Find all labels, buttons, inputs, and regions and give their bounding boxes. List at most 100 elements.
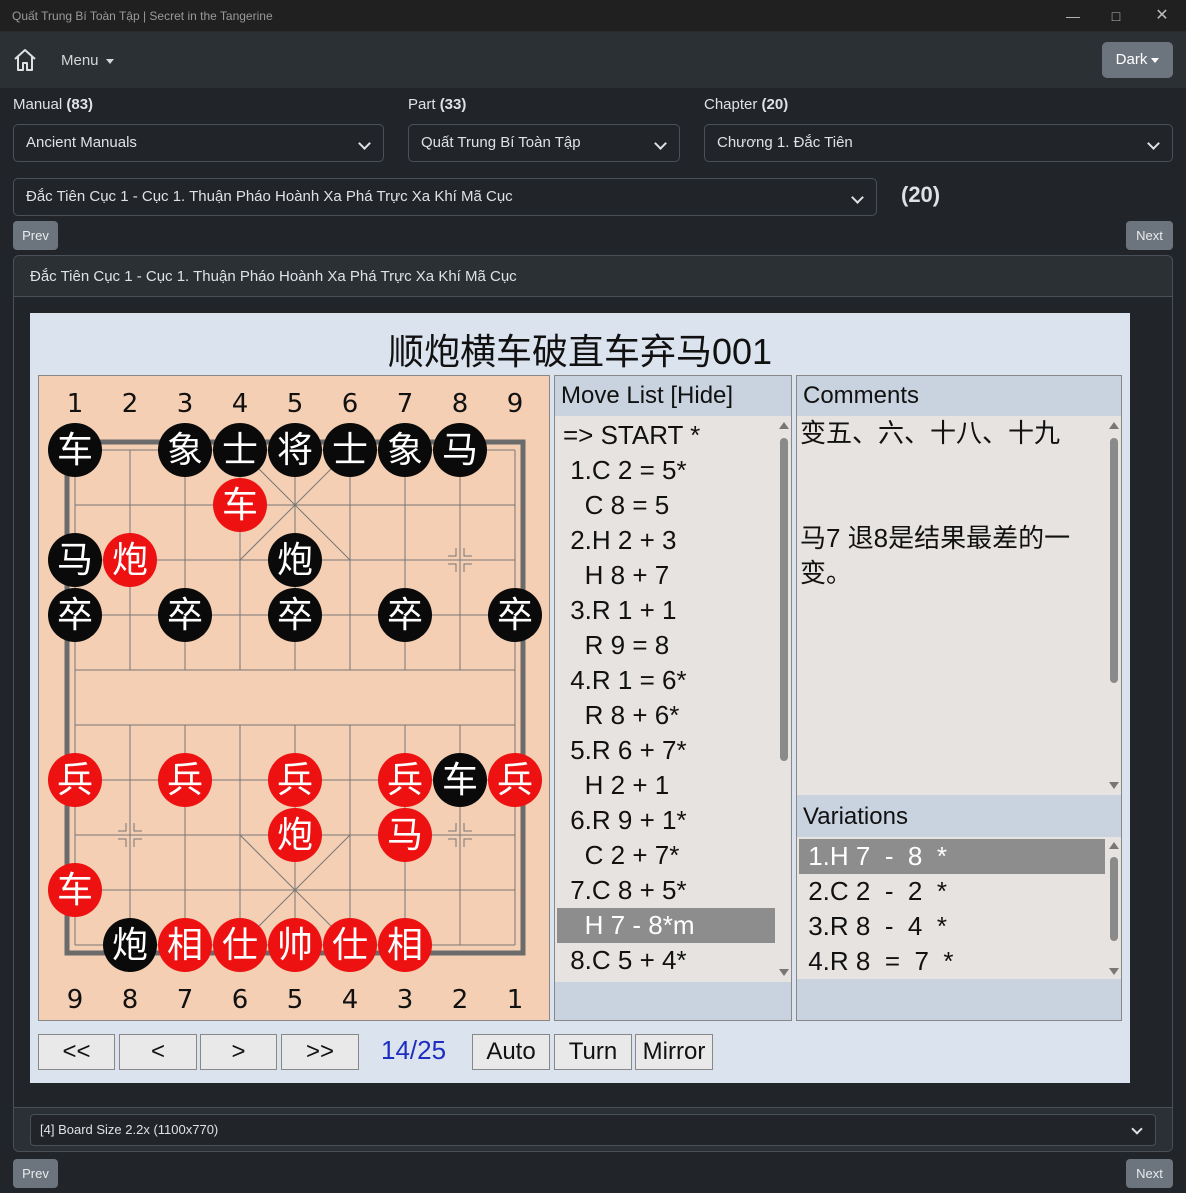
last-move-button[interactable]: >> xyxy=(281,1034,359,1070)
caret-down-icon xyxy=(105,58,114,64)
piece-red[interactable]: 仕 xyxy=(323,918,377,972)
comments-panel: Comments 变五、六、十八、十九 马7 退8是结果最差的一 变。 Vari… xyxy=(796,375,1122,1021)
move-item[interactable]: 8.C 5 + 4* xyxy=(557,943,775,978)
variation-item[interactable]: 2.C 2 - 2 * xyxy=(799,874,1105,909)
scroll-down-icon[interactable] xyxy=(1109,968,1119,975)
menu-dropdown[interactable]: Menu xyxy=(61,52,114,69)
chapter-select[interactable]: Chương 1. Đắc Tiên xyxy=(704,124,1173,162)
scroll-up-icon[interactable] xyxy=(1109,842,1119,849)
variation-item[interactable]: 3.R 8 - 4 * xyxy=(799,909,1105,944)
piece-black[interactable]: 车 xyxy=(433,753,487,807)
scroll-up-icon[interactable] xyxy=(779,422,789,429)
auto-button[interactable]: Auto xyxy=(472,1034,550,1070)
move-item[interactable]: C 8 = 5 xyxy=(557,488,775,523)
piece-black[interactable]: 卒 xyxy=(48,588,102,642)
scroll-up-icon[interactable] xyxy=(1109,422,1119,429)
close-icon[interactable]: ✕ xyxy=(1139,0,1185,32)
scroll-down-icon[interactable] xyxy=(779,969,789,976)
piece-red[interactable]: 兵 xyxy=(268,753,322,807)
piece-black[interactable]: 象 xyxy=(378,423,432,477)
piece-black[interactable]: 将 xyxy=(268,423,322,477)
move-item[interactable]: 5.R 6 + 7* xyxy=(557,733,775,768)
move-item[interactable]: 2.H 2 + 3 xyxy=(557,523,775,558)
piece-red[interactable]: 兵 xyxy=(158,753,212,807)
piece-red[interactable]: 车 xyxy=(213,478,267,532)
piece-black[interactable]: 马 xyxy=(48,533,102,587)
move-item[interactable]: => START * xyxy=(557,418,775,453)
piece-black[interactable]: 车 xyxy=(48,423,102,477)
piece-black[interactable]: 炮 xyxy=(268,533,322,587)
move-item[interactable]: H 2 + 1 xyxy=(557,768,775,803)
piece-black[interactable]: 士 xyxy=(323,423,377,477)
piece-black[interactable]: 卒 xyxy=(158,588,212,642)
manual-select[interactable]: Ancient Manuals xyxy=(13,124,384,162)
variations-scrollbar[interactable] xyxy=(1107,839,1121,978)
move-list-header[interactable]: Move List [Hide] xyxy=(555,376,791,416)
scroll-down-icon[interactable] xyxy=(1109,782,1119,789)
move-item[interactable]: C 2 + 7* xyxy=(557,838,775,873)
board-size-select[interactable]: [4] Board Size 2.2x (1100x770) xyxy=(30,1114,1156,1146)
piece-red[interactable]: 炮 xyxy=(268,808,322,862)
piece-black[interactable]: 卒 xyxy=(268,588,322,642)
next-move-button[interactable]: > xyxy=(200,1034,277,1070)
comments-scrollbar[interactable] xyxy=(1107,418,1121,793)
move-list[interactable]: => START * 1.C 2 = 5* C 8 = 5 2.H 2 + 3 … xyxy=(555,416,791,981)
game-title: 顺炮横车破直车弃马001 xyxy=(387,331,773,372)
turn-button[interactable]: Turn xyxy=(554,1034,632,1070)
prev-button[interactable]: Prev xyxy=(13,221,58,250)
game-select[interactable]: Đắc Tiên Cục 1 - Cục 1. Thuận Pháo Hoành… xyxy=(13,178,877,216)
piece-label: 兵 xyxy=(497,760,533,801)
position-marker xyxy=(448,563,457,572)
prev-move-button[interactable]: < xyxy=(119,1034,197,1070)
piece-red[interactable]: 兵 xyxy=(488,753,542,807)
theme-dropdown-button[interactable]: Dark xyxy=(1102,42,1173,78)
next-button[interactable]: Next xyxy=(1126,221,1173,250)
move-item[interactable]: H 8 + 7 xyxy=(557,558,775,593)
home-icon[interactable] xyxy=(12,47,38,73)
variations-list[interactable]: 1.H 7 - 8 * 2.C 2 - 2 * 3.R 8 - 4 * 4.R … xyxy=(797,837,1121,979)
piece-red[interactable]: 兵 xyxy=(378,753,432,807)
position-marker xyxy=(463,838,472,847)
maximize-icon[interactable]: □ xyxy=(1093,0,1139,32)
piece-black[interactable]: 卒 xyxy=(488,588,542,642)
minimize-icon[interactable]: — xyxy=(1050,0,1096,32)
move-item[interactable]: R 9 = 8 xyxy=(557,628,775,663)
piece-red[interactable]: 相 xyxy=(378,918,432,972)
piece-black[interactable]: 象 xyxy=(158,423,212,477)
move-item[interactable]: 4.R 1 = 6* xyxy=(557,663,775,698)
piece-black[interactable]: 卒 xyxy=(378,588,432,642)
piece-black[interactable]: 士 xyxy=(213,423,267,477)
next-button-bottom[interactable]: Next xyxy=(1126,1159,1173,1188)
scroll-thumb[interactable] xyxy=(1110,438,1118,683)
part-select[interactable]: Quất Trung Bí Toàn Tập xyxy=(408,124,680,162)
move-item[interactable]: H 7 - 8*m xyxy=(557,908,775,943)
move-item[interactable]: 1.C 2 = 5* xyxy=(557,453,775,488)
piece-red[interactable]: 兵 xyxy=(48,753,102,807)
piece-red[interactable]: 炮 xyxy=(103,533,157,587)
piece-red[interactable]: 马 xyxy=(378,808,432,862)
mirror-button[interactable]: Mirror xyxy=(635,1034,713,1070)
piece-black[interactable]: 炮 xyxy=(103,918,157,972)
variation-item[interactable]: 4.R 8 = 7 * xyxy=(799,944,1105,979)
prev-button-bottom[interactable]: Prev xyxy=(13,1159,58,1188)
theme-label: Dark xyxy=(1115,51,1148,68)
piece-red[interactable]: 帅 xyxy=(268,918,322,972)
move-item[interactable]: 3.R 1 + 1 xyxy=(557,593,775,628)
position-marker xyxy=(463,823,472,832)
scroll-thumb[interactable] xyxy=(1110,857,1118,941)
xiangqi-board[interactable]: 123456789 987654321 车象士将士象马车马炮炮卒卒卒卒卒兵兵兵兵… xyxy=(38,375,550,1021)
comments-box[interactable]: 变五、六、十八、十九 马7 退8是结果最差的一 变。 xyxy=(797,416,1121,795)
scroll-thumb[interactable] xyxy=(780,438,788,761)
move-item[interactable]: 7.C 8 + 5* xyxy=(557,873,775,908)
chevron-down-icon xyxy=(1131,1123,1143,1135)
move-item[interactable]: R 8 + 6* xyxy=(557,698,775,733)
first-move-button[interactable]: << xyxy=(38,1034,115,1070)
piece-red[interactable]: 仕 xyxy=(213,918,267,972)
variation-item[interactable]: 1.H 7 - 8 * xyxy=(799,839,1105,874)
piece-black[interactable]: 马 xyxy=(433,423,487,477)
file-label-bottom: 7 xyxy=(177,985,194,1015)
piece-red[interactable]: 车 xyxy=(48,863,102,917)
move-list-scrollbar[interactable] xyxy=(777,418,791,980)
piece-red[interactable]: 相 xyxy=(158,918,212,972)
move-item[interactable]: 6.R 9 + 1* xyxy=(557,803,775,838)
